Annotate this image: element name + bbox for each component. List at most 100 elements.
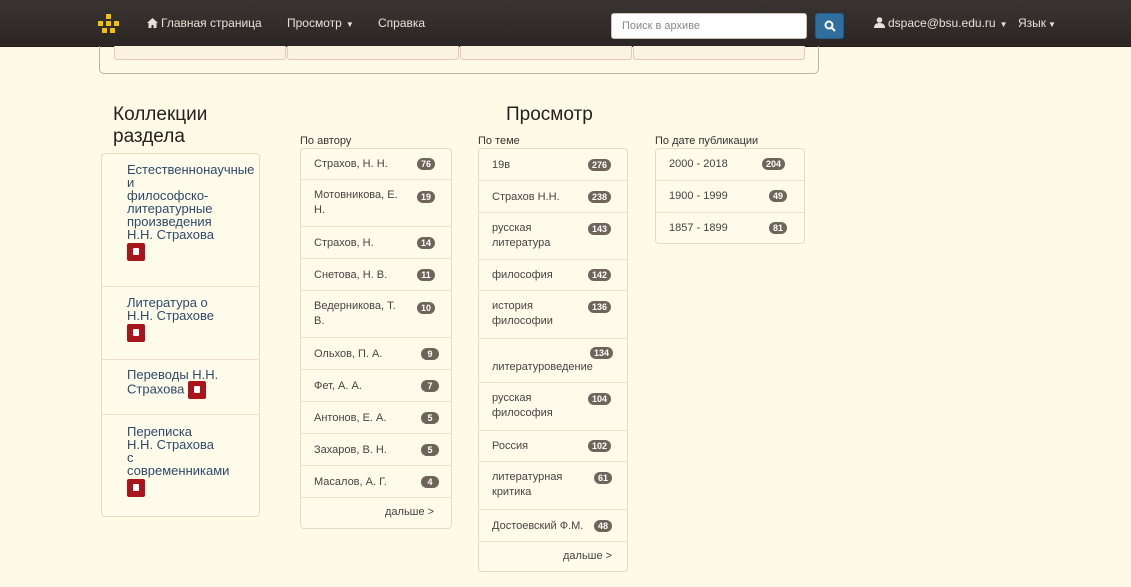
list-item-label: Снетова, Н. В. (314, 269, 388, 281)
list-item[interactable]: Россия 102 (479, 431, 627, 462)
list-item-label: Ольхов, П. А. (314, 348, 383, 360)
list-item-label: литературоведение (492, 361, 593, 373)
list-item[interactable]: 1857 - 1899 81 (656, 213, 804, 243)
filter-cell[interactable] (287, 46, 459, 60)
count-badge: 49 (769, 190, 788, 202)
count-badge: 76 (417, 158, 436, 170)
rss-feed-icon[interactable] (127, 324, 145, 342)
list-item-label: Захаров, В. Н. (314, 444, 387, 456)
list-item-label: 1857 - 1899 (669, 222, 728, 234)
list-item[interactable]: Фет, А. А. 7 (301, 370, 451, 402)
browse-by-author-title: По автору (300, 135, 352, 147)
count-badge: 61 (594, 472, 613, 484)
count-badge: 11 (417, 269, 435, 281)
browse-by-date-list: 2000 - 2018 204 1900 - 1999 49 1857 - 1899… (655, 148, 805, 244)
count-badge: 9 (421, 348, 439, 360)
list-item[interactable]: 1900 - 1999 49 (656, 181, 804, 213)
list-item[interactable]: Ведерникова, Т. В. 10 (301, 291, 451, 338)
count-badge: 19 (417, 191, 436, 203)
count-badge: 204 (762, 158, 786, 170)
list-item[interactable]: Антонов, Е. А. 5 (301, 402, 451, 434)
list-item[interactable]: русская литература 143 (479, 213, 627, 260)
list-item-label: история философии (492, 300, 553, 327)
more-subjects-link[interactable]: дальше > (563, 550, 612, 562)
list-item-label: Масалов, А. Г. (314, 476, 387, 488)
collection-link[interactable]: Переводы Н.Н. Страхова (127, 368, 218, 399)
count-badge: 4 (421, 476, 439, 488)
collections-heading-line: Коллекции (113, 104, 208, 125)
list-item-label: Россия (492, 440, 529, 452)
list-item[interactable]: 19в 276 (479, 149, 627, 181)
count-badge: 48 (594, 520, 613, 532)
count-badge: 102 (588, 440, 612, 452)
list-item[interactable]: Страхов, Н. Н. 76 (301, 149, 451, 180)
list-item[interactable]: литературоведение 134 (479, 339, 627, 383)
list-item[interactable]: философия 142 (479, 260, 627, 291)
more-authors-link[interactable]: дальше > (385, 506, 434, 518)
list-item[interactable]: Снетова, Н. В. 11 (301, 259, 451, 291)
browse-by-date-title: По дате публикации (655, 135, 759, 147)
rss-feed-icon[interactable] (127, 243, 145, 261)
rss-feed-icon[interactable] (127, 479, 145, 497)
browse-heading: Просмотр (506, 104, 593, 125)
list-item[interactable]: Мотовникова, Е. Н. 19 (301, 180, 451, 227)
collection-link[interactable]: Литература о Н.Н. Страхове (127, 296, 214, 342)
count-badge: 276 (588, 159, 612, 171)
count-badge: 14 (417, 237, 436, 249)
user-email: dspace@bsu.edu.ru (888, 16, 996, 30)
list-item[interactable]: 2000 - 2018 204 (656, 149, 804, 181)
list-item[interactable]: Масалов, А. Г. 4 (301, 466, 451, 498)
list-item-label: Достоевский Ф.М. (492, 520, 584, 532)
browse-by-author-list: Страхов, Н. Н. 76 Мотовникова, Е. Н. 19 Ст… (300, 148, 452, 529)
search-input[interactable]: Поиск в архиве (611, 13, 807, 39)
home-icon (147, 18, 158, 28)
nav-help-link[interactable]: Справка (378, 16, 425, 30)
language-label: Язык (1018, 16, 1047, 30)
list-item[interactable]: Захаров, В. Н. 5 (301, 434, 451, 466)
nav-help-label: Справка (378, 16, 426, 30)
count-badge: 136 (588, 301, 612, 313)
list-item: Литература о Н.Н. Страхове (102, 287, 259, 360)
language-dropdown[interactable]: Язык ▼ (1018, 16, 1056, 30)
count-badge: 7 (421, 380, 439, 392)
list-item[interactable]: история философии 136 (479, 291, 627, 339)
list-item-label: 2000 - 2018 (669, 158, 728, 170)
user-menu-dropdown[interactable]: dspace@bsu.edu.ru ▼ (874, 16, 1008, 30)
rss-feed-icon[interactable] (188, 381, 207, 399)
list-item-label: Страхов Н.Н. (492, 191, 560, 203)
filter-cell[interactable] (460, 46, 632, 60)
search-button[interactable] (815, 13, 844, 39)
list-item-label: философия (492, 269, 553, 281)
list-item-label: 1900 - 1999 (669, 190, 728, 202)
list-item[interactable]: Страхов Н.Н. 238 (479, 181, 627, 213)
filter-cell[interactable] (633, 46, 805, 60)
collection-link-line: Н.Н. Страхова (127, 437, 214, 452)
search-icon (824, 20, 836, 32)
list-item[interactable]: Достоевский Ф.М. 48 (479, 510, 627, 542)
collection-link-line: Естественнонаучные (127, 162, 255, 177)
list-item[interactable]: русская философия 104 (479, 383, 627, 431)
caret-down-icon: ▼ (345, 20, 354, 29)
count-badge: 10 (417, 302, 436, 314)
caret-down-icon: ▼ (999, 20, 1008, 29)
list-item-label: Страхов, Н. (314, 237, 374, 249)
count-badge: 104 (588, 393, 612, 405)
count-badge: 5 (421, 412, 439, 424)
list-item[interactable]: Ольхов, П. А. 9 (301, 338, 451, 370)
collection-link-line: современниками (127, 463, 230, 478)
list-item[interactable]: Страхов, Н. 14 (301, 227, 451, 259)
collections-list: Естественнонаучные и философско- литерат… (101, 153, 260, 517)
list-item-label: русская философия (492, 392, 553, 419)
collection-link[interactable]: Переписка Н.Н. Страхова с современниками (127, 425, 229, 497)
list-item[interactable]: литературная критика 61 (479, 462, 627, 510)
nav-browse-dropdown[interactable]: Просмотр ▼ (287, 16, 354, 30)
nav-home-link[interactable]: Главная страница (147, 16, 262, 30)
dspace-logo-icon[interactable] (98, 14, 120, 34)
collection-link[interactable]: Естественнонаучные и философско- литерат… (127, 163, 254, 261)
list-item: Переписка Н.Н. Страхова с современниками (102, 415, 259, 516)
user-icon (874, 17, 885, 28)
collection-link-line: Н.Н. Страхове (127, 308, 214, 323)
caret-down-icon: ▼ (1048, 20, 1056, 29)
list-item: Естественнонаучные и философско- литерат… (102, 154, 259, 287)
filter-cell[interactable] (114, 46, 286, 60)
